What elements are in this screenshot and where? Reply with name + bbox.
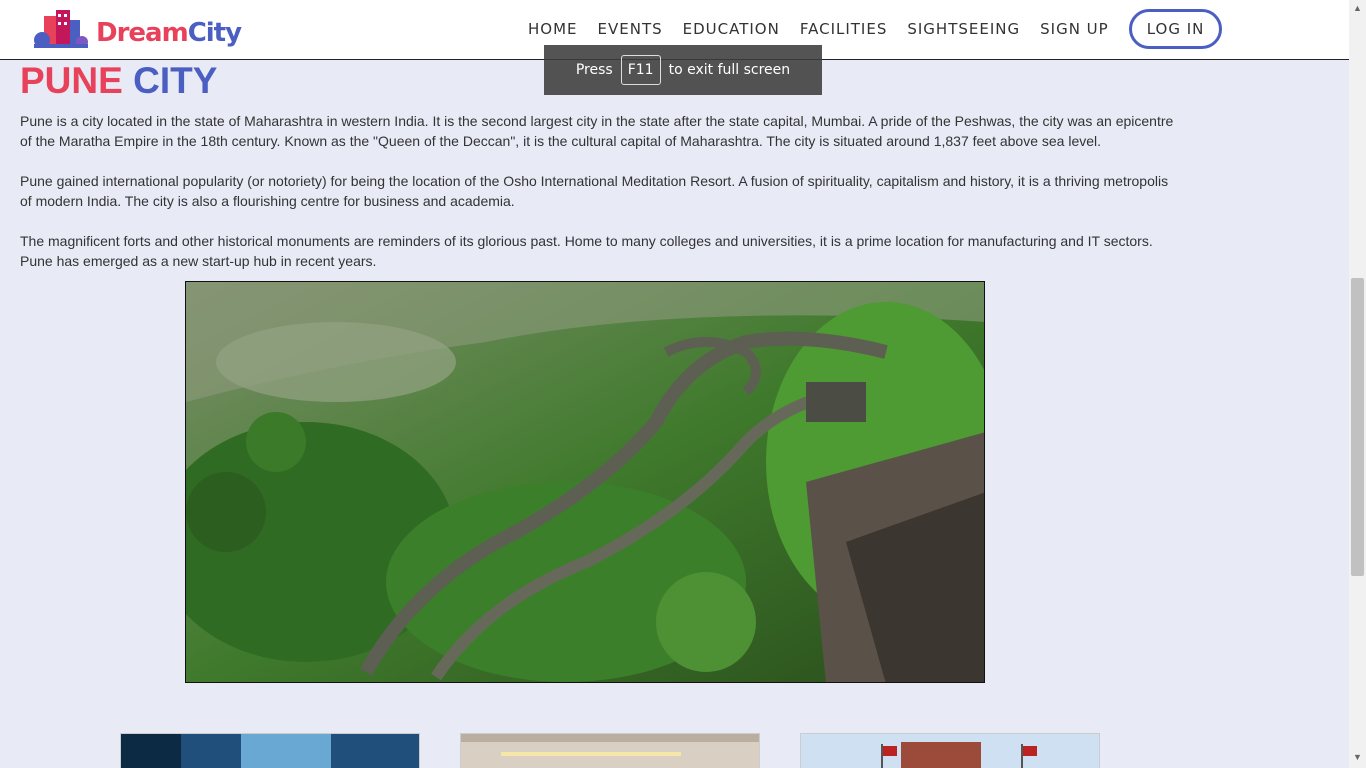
thumbnail-campus-building[interactable]	[800, 733, 1100, 768]
nav-education[interactable]: EDUCATION	[683, 20, 780, 38]
thumbnail-glass-building[interactable]	[120, 733, 420, 768]
nav-home[interactable]: HOME	[528, 20, 578, 38]
title-part-1: PUNE	[20, 60, 123, 101]
nav-sightseeing[interactable]: SIGHTSEEING	[907, 20, 1020, 38]
fullscreen-notice-pre: Press	[575, 62, 613, 78]
title-part-2: CITY	[133, 60, 218, 101]
brand-part-2: City	[187, 18, 242, 48]
f11-key: F11	[620, 55, 661, 85]
logo[interactable]: DreamCity	[34, 6, 242, 52]
city-logo-icon	[34, 10, 88, 48]
brand-name: DreamCity	[96, 18, 242, 48]
interior-image	[461, 734, 759, 768]
scroll-down-arrow-icon[interactable]: ▼	[1353, 752, 1362, 762]
nav-events[interactable]: EVENTS	[598, 20, 663, 38]
nav-sign-up[interactable]: SIGN UP	[1040, 20, 1109, 38]
campus-building-image	[801, 734, 1099, 768]
fort-photo	[185, 281, 985, 683]
login-button[interactable]: LOG IN	[1128, 9, 1223, 49]
nav-facilities[interactable]: FACILITIES	[800, 20, 888, 38]
thumbnail-interior[interactable]	[460, 733, 760, 768]
scroll-up-arrow-icon[interactable]: ▲	[1353, 3, 1362, 13]
page-scrollbar[interactable]: ▲ ▼	[1349, 0, 1366, 768]
fullscreen-notice-post: to exit full screen	[668, 62, 791, 78]
popularity-paragraph: Pune gained international popularity (or…	[20, 173, 1169, 209]
brand-part-1: Dream	[96, 18, 189, 48]
page-title: PUNE CITY	[20, 60, 217, 102]
history-paragraph: The magnificent forts and other historic…	[20, 233, 1153, 269]
intro-paragraph: Pune is a city located in the state of M…	[20, 113, 1174, 149]
glass-building-image	[121, 734, 419, 768]
fort-landscape-image	[186, 282, 984, 682]
scrollbar-thumb[interactable]	[1351, 278, 1364, 576]
fullscreen-notice: Press F11 to exit full screen	[544, 45, 822, 95]
